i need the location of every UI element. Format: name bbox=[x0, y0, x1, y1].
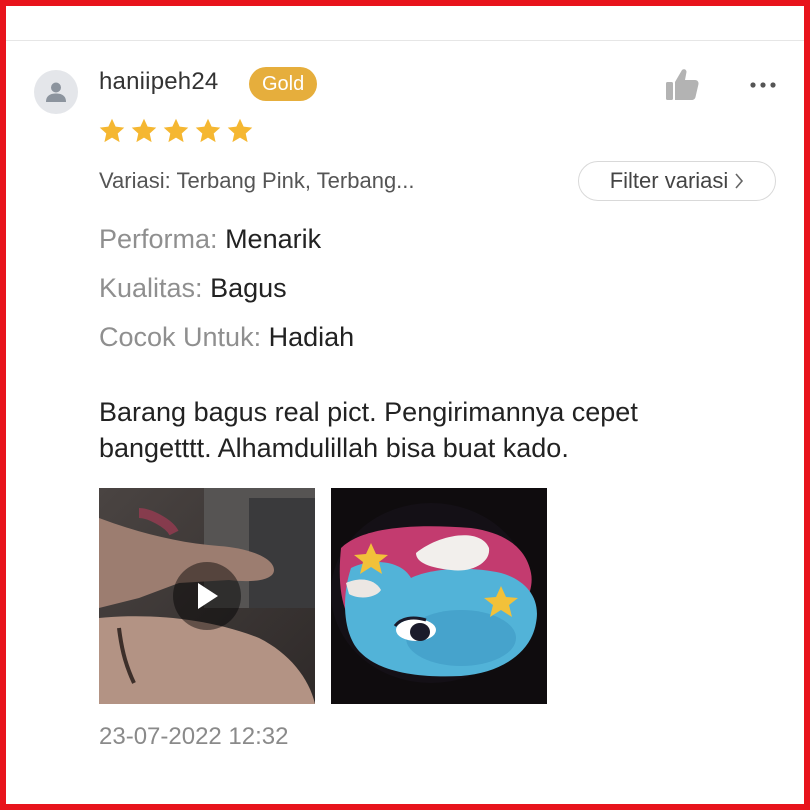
attribute-key: Performa: bbox=[99, 224, 218, 254]
filter-variation-button[interactable]: Filter variasi bbox=[578, 161, 776, 201]
star-rating bbox=[98, 117, 254, 145]
attribute-key: Kualitas: bbox=[99, 273, 203, 303]
star-icon bbox=[195, 118, 221, 143]
star-icon bbox=[227, 118, 253, 143]
play-icon bbox=[198, 583, 218, 609]
review-video-thumbnail[interactable] bbox=[99, 488, 315, 704]
user-icon bbox=[46, 82, 66, 102]
variation-text: Variasi: Terbang Pink, Terbang... bbox=[99, 168, 415, 193]
more-icon[interactable] bbox=[748, 78, 778, 92]
star-icon bbox=[99, 118, 125, 143]
attribute-key: Cocok Untuk: bbox=[99, 322, 262, 352]
member-badge: Gold bbox=[249, 67, 318, 101]
review-card: haniipeh24 Gold Variasi: Terbang Pink, T… bbox=[6, 6, 804, 804]
filter-variation-label: Filter variasi bbox=[609, 168, 729, 193]
attribute-row: Performa: Menarik bbox=[99, 224, 321, 255]
play-button[interactable] bbox=[173, 562, 241, 630]
review-timestamp: 23-07-2022 12:32 bbox=[99, 723, 289, 750]
star-icon bbox=[131, 118, 157, 143]
review-photo-thumbnail[interactable] bbox=[331, 488, 547, 704]
product-photo-image bbox=[331, 488, 547, 704]
attribute-value: Bagus bbox=[210, 273, 287, 303]
star-icon bbox=[163, 118, 189, 143]
review-text: Barang bagus real pict. Pengirimannya ce… bbox=[99, 394, 779, 466]
attribute-value: Menarik bbox=[225, 224, 322, 254]
user-avatar[interactable] bbox=[34, 70, 78, 114]
review-text-line: Barang bagus real pict. Pengirimannya ce… bbox=[99, 397, 638, 427]
divider bbox=[6, 40, 804, 41]
chevron-right-icon bbox=[735, 173, 744, 189]
review-text-line: bangetttt. Alhamdulillah bisa buat kado. bbox=[99, 433, 569, 463]
attribute-value: Hadiah bbox=[268, 322, 355, 352]
thumbs-up-icon[interactable] bbox=[664, 67, 700, 103]
attribute-row: Kualitas: Bagus bbox=[99, 273, 287, 304]
attribute-row: Cocok Untuk: Hadiah bbox=[99, 322, 354, 353]
reviewer-username: haniipeh24 bbox=[99, 68, 219, 95]
